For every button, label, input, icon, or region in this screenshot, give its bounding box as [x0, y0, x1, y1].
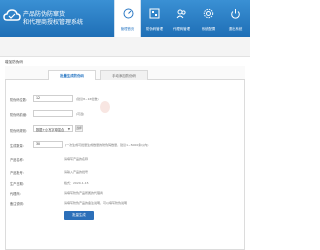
nav-item-codes-label: 防伪码管理	[146, 27, 163, 31]
product-name-hint: 请填写产品的名称	[64, 157, 89, 161]
users-icon	[176, 9, 186, 19]
quantity-input[interactable]: 30	[33, 141, 63, 148]
batch-generate-button[interactable]: 批量生成	[64, 211, 94, 220]
code-length-input[interactable]: 12	[33, 95, 73, 102]
tab-manual-add[interactable]: 手动添加防伪码	[100, 70, 148, 80]
nav-item-home-label: 管理首页	[120, 27, 135, 31]
remarks-hint: 请填写防伪产品的备注说明，可以填写防伪说明	[64, 201, 128, 205]
code-prefix-hint: (可选)	[76, 112, 85, 116]
blurred-area	[100, 101, 110, 113]
nav-item-home[interactable]: 管理首页	[114, 0, 141, 37]
tab-batch-generate[interactable]: 批量生成防伪码	[48, 70, 96, 80]
nav-item-logout-label: 退出系统	[228, 27, 243, 31]
code-length-label: 防伪码位数：	[10, 98, 30, 102]
quantity-hint: (一次生成可批量生成数量的防伪码数量，建议1~5000条以内)	[65, 143, 149, 147]
product-batch-label: 产品批号：	[10, 171, 26, 175]
code-rule-choose-button[interactable]: 选择	[75, 125, 83, 132]
breadcrumb: 增加防伪码	[5, 60, 23, 64]
gauge-icon	[123, 8, 134, 19]
breadcrumb-bar	[0, 37, 250, 57]
power-icon	[231, 9, 240, 19]
production-date-label: 生产日期：	[10, 182, 26, 186]
nav-item-settings-label: 系统配置	[201, 27, 216, 31]
nav-item-agents-label: 代理商管理	[173, 27, 190, 31]
form-panel	[5, 66, 245, 250]
top-nav: 管理首页 防伪码管理 代理商管理 系统配置 退出系统	[114, 0, 249, 37]
code-length-hint: (建议8~16位数)	[76, 97, 99, 101]
code-rule-value: 数据+小写字母混合	[36, 128, 65, 132]
cloud-logo-icon	[3, 9, 21, 21]
production-date-hint: 格式：2020-1-15	[64, 181, 89, 185]
chevron-down-icon: ▼	[67, 127, 70, 131]
nav-item-codes[interactable]: 防伪码管理	[141, 0, 168, 37]
nav-item-logout[interactable]: 退出系统	[222, 0, 249, 37]
nav-item-agents[interactable]: 代理商管理	[168, 0, 195, 37]
app-title: 产品防伪防窜货 和代理商授权管理系统	[23, 11, 83, 27]
product-batch-hint: 请输入产品的批号	[64, 170, 89, 174]
quantity-label: 生成数量：	[10, 144, 26, 148]
qrcode-icon	[149, 8, 160, 19]
product-name-label: 产品名称：	[10, 158, 26, 162]
app-header: 产品防伪防窜货 和代理商授权管理系统 管理首页 防伪码管理 代理商管理 系统配置…	[0, 0, 250, 37]
gear-icon	[203, 8, 214, 19]
nav-item-settings[interactable]: 系统配置	[195, 0, 222, 37]
remarks-label: 备注说明：	[10, 202, 26, 206]
app-title-line2: 和代理商授权管理系统	[23, 19, 84, 26]
agent-hint: 请填写防伪产品所属的代理商	[64, 191, 104, 195]
code-prefix-input[interactable]	[33, 110, 73, 117]
agent-label: 代理商：	[10, 192, 23, 196]
code-rule-label: 防伪码规则：	[10, 129, 30, 133]
code-prefix-label: 防伪码前缀：	[10, 113, 30, 117]
code-rule-select[interactable]: 数据+小写字母混合 ▼	[33, 125, 73, 132]
app-title-line1: 产品防伪防窜货	[23, 11, 66, 18]
